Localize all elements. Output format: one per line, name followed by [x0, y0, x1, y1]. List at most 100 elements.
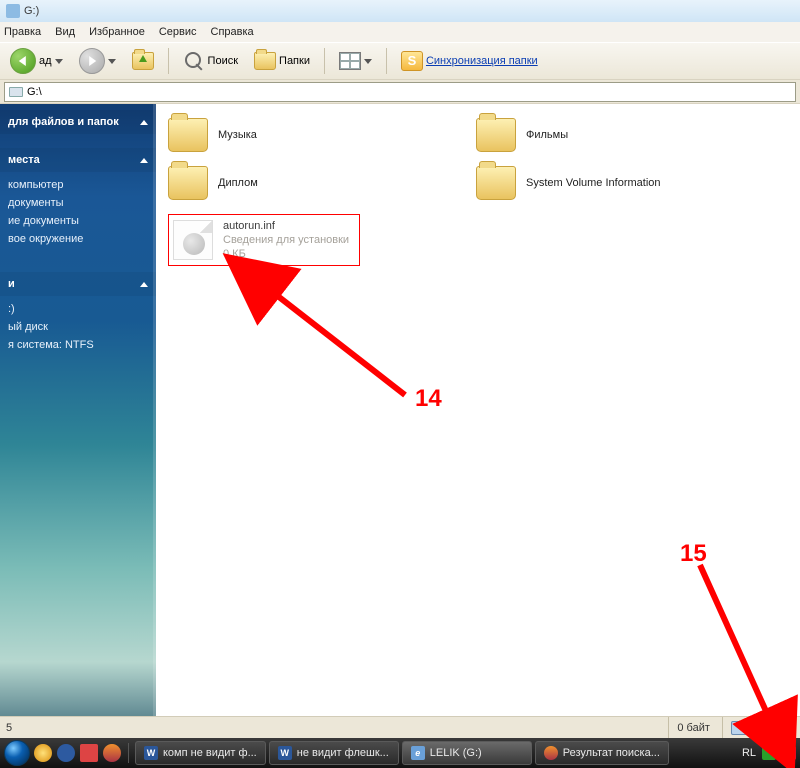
- taskbar-item-label: Результат поиска...: [563, 747, 660, 759]
- sidebar-section-label: для файлов и папок: [8, 116, 119, 128]
- sidebar-section-details[interactable]: и: [0, 272, 156, 296]
- taskbar-item-label: LELIK (G:): [430, 747, 482, 759]
- chevron-down-icon: [55, 59, 63, 64]
- file-size: 0 КБ: [223, 247, 349, 261]
- toolbar: ад Поиск Папки S Синхронизация папки: [0, 42, 800, 80]
- folder-icon: [254, 52, 276, 70]
- menu-tools[interactable]: Сервис: [159, 26, 197, 38]
- folders-button[interactable]: Папки: [250, 50, 314, 72]
- address-row: G:\: [0, 80, 800, 104]
- explorer-icon: e: [411, 746, 425, 760]
- sidebar-detail-fs: я система: NTFS: [6, 336, 150, 354]
- title-bar: G:): [0, 0, 800, 22]
- forward-icon: [79, 48, 105, 74]
- taskbar-item-label: комп не видит ф...: [163, 747, 257, 759]
- back-label: ад: [39, 55, 52, 67]
- views-icon: [339, 52, 361, 70]
- sidebar-section-tasks[interactable]: для файлов и папок: [0, 110, 156, 134]
- sync-label: Синхронизация папки: [426, 55, 538, 67]
- menu-view[interactable]: Вид: [55, 26, 75, 38]
- folder-name: Музыка: [218, 129, 257, 141]
- firefox-icon: [544, 746, 558, 760]
- menu-favorites[interactable]: Избранное: [89, 26, 145, 38]
- collapse-icon: [140, 158, 148, 163]
- sidebar-section-label: и: [8, 278, 15, 290]
- window-title: G:): [24, 5, 39, 17]
- views-button[interactable]: [335, 50, 376, 72]
- folder-item[interactable]: Фильмы: [476, 118, 736, 152]
- quicklaunch-icon[interactable]: [34, 744, 52, 762]
- folder-item[interactable]: System Volume Information: [476, 166, 736, 200]
- sidebar-detail-type: ый диск: [6, 318, 150, 336]
- annotation-number-14: 14: [415, 385, 442, 413]
- up-button[interactable]: [128, 50, 158, 72]
- taskbar-item[interactable]: Результат поиска...: [535, 741, 669, 765]
- separator: [168, 48, 169, 74]
- forward-button[interactable]: [75, 46, 120, 76]
- start-button[interactable]: [4, 740, 30, 766]
- computer-icon: [731, 721, 747, 735]
- input-lang[interactable]: RL: [742, 747, 756, 759]
- status-size: 0 байт: [668, 717, 710, 738]
- folder-icon: [168, 118, 208, 152]
- sidebar-section-places[interactable]: места: [0, 148, 156, 172]
- folders-label: Папки: [279, 55, 310, 67]
- folder-name: Фильмы: [526, 129, 568, 141]
- back-button[interactable]: ад: [6, 46, 67, 76]
- sidebar-item-network[interactable]: вое окружение: [6, 230, 150, 248]
- annotation-number-15: 15: [680, 540, 707, 568]
- file-name: autorun.inf: [223, 219, 349, 233]
- search-icon: [183, 50, 205, 72]
- sidebar: для файлов и папок места компьютер докум…: [0, 104, 156, 724]
- search-button[interactable]: Поиск: [179, 48, 242, 74]
- quicklaunch-icon[interactable]: [57, 744, 75, 762]
- taskbar: W комп не видит ф... W не видит флешк...…: [0, 738, 800, 768]
- menu-bar: Правка Вид Избранное Сервис Справка: [0, 22, 800, 42]
- separator: [386, 48, 387, 74]
- taskbar-item[interactable]: W комп не видит ф...: [135, 741, 266, 765]
- tray-icon[interactable]: [782, 746, 796, 760]
- system-tray: RL: [742, 746, 796, 760]
- status-location: Мой кoм: [722, 717, 794, 738]
- folder-name: System Volume Information: [526, 177, 661, 189]
- search-label: Поиск: [208, 55, 238, 67]
- status-bar: 5 0 байт Мой кoм: [0, 716, 800, 738]
- sync-icon: S: [401, 51, 423, 71]
- quicklaunch-icon[interactable]: [103, 744, 121, 762]
- collapse-icon: [140, 120, 148, 125]
- menu-help[interactable]: Справка: [211, 26, 254, 38]
- sidebar-item-computer[interactable]: компьютер: [6, 176, 150, 194]
- separator: [324, 48, 325, 74]
- folder-icon: [476, 118, 516, 152]
- file-type: Сведения для установки: [223, 233, 349, 247]
- drive-icon: [6, 4, 20, 18]
- taskbar-item[interactable]: W не видит флешк...: [269, 741, 399, 765]
- folder-up-icon: [132, 52, 154, 70]
- back-icon: [10, 48, 36, 74]
- sync-button[interactable]: S Синхронизация папки: [397, 49, 542, 73]
- file-item-selected[interactable]: autorun.inf Сведения для установки 0 КБ: [168, 214, 360, 266]
- status-count: 5: [6, 722, 12, 734]
- file-pane[interactable]: Музыка Фильмы Диплом System Volume Infor…: [156, 104, 800, 724]
- word-icon: W: [278, 746, 292, 760]
- sidebar-item-shared-docs[interactable]: ие документы: [6, 212, 150, 230]
- taskbar-item[interactable]: e LELIK (G:): [402, 741, 532, 765]
- folder-item[interactable]: Диплом: [168, 166, 428, 200]
- word-icon: W: [144, 746, 158, 760]
- menu-edit[interactable]: Правка: [4, 26, 41, 38]
- folder-name: Диплом: [218, 177, 258, 189]
- file-info: autorun.inf Сведения для установки 0 КБ: [223, 219, 349, 261]
- taskbar-item-label: не видит флешк...: [297, 747, 389, 759]
- address-path: G:\: [27, 86, 42, 98]
- drive-icon: [9, 87, 23, 97]
- chevron-down-icon: [108, 59, 116, 64]
- quicklaunch-icon[interactable]: [80, 744, 98, 762]
- sidebar-item-documents[interactable]: документы: [6, 194, 150, 212]
- folder-icon: [476, 166, 516, 200]
- folder-item[interactable]: Музыка: [168, 118, 428, 152]
- address-input[interactable]: G:\: [4, 82, 796, 102]
- sidebar-section-label: места: [8, 154, 40, 166]
- inf-file-icon: [173, 220, 213, 260]
- sidebar-detail-drive: :): [6, 300, 150, 318]
- tray-icon[interactable]: [762, 746, 776, 760]
